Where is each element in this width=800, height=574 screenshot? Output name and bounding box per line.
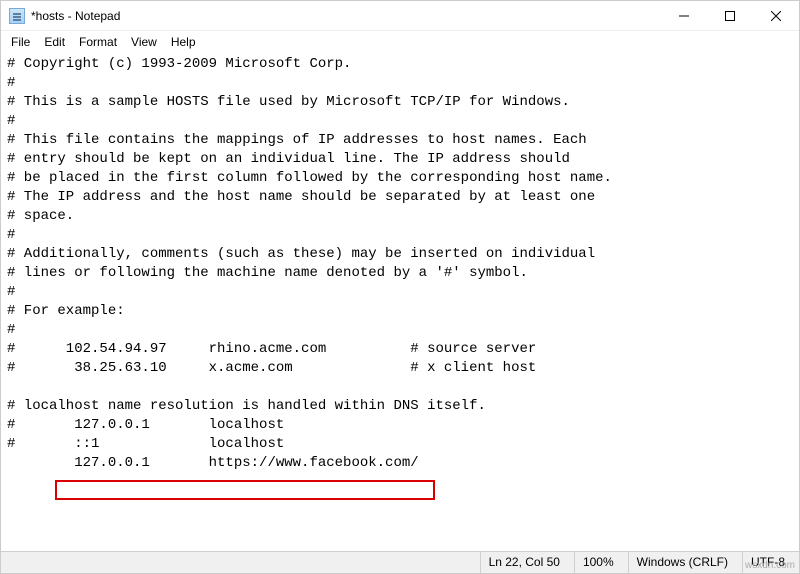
menu-file[interactable]: File: [5, 33, 36, 51]
status-position: Ln 22, Col 50: [480, 552, 574, 573]
watermark: wsxdn.com: [745, 560, 795, 571]
status-eol: Windows (CRLF): [628, 552, 742, 573]
menubar: File Edit Format View Help: [1, 31, 799, 53]
status-zoom: 100%: [574, 552, 628, 573]
notepad-icon: [9, 8, 25, 24]
close-button[interactable]: [753, 1, 799, 31]
status-spacer: [1, 552, 480, 573]
maximize-button[interactable]: [707, 1, 753, 31]
menu-edit[interactable]: Edit: [38, 33, 71, 51]
menu-format[interactable]: Format: [73, 33, 123, 51]
window-title: *hosts - Notepad: [31, 9, 120, 23]
menu-view[interactable]: View: [125, 33, 163, 51]
titlebar[interactable]: *hosts - Notepad: [1, 1, 799, 31]
statusbar: Ln 22, Col 50 100% Windows (CRLF) UTF-8: [1, 551, 799, 573]
text-editor[interactable]: # Copyright (c) 1993-2009 Microsoft Corp…: [1, 53, 799, 541]
minimize-button[interactable]: [661, 1, 707, 31]
menu-help[interactable]: Help: [165, 33, 202, 51]
